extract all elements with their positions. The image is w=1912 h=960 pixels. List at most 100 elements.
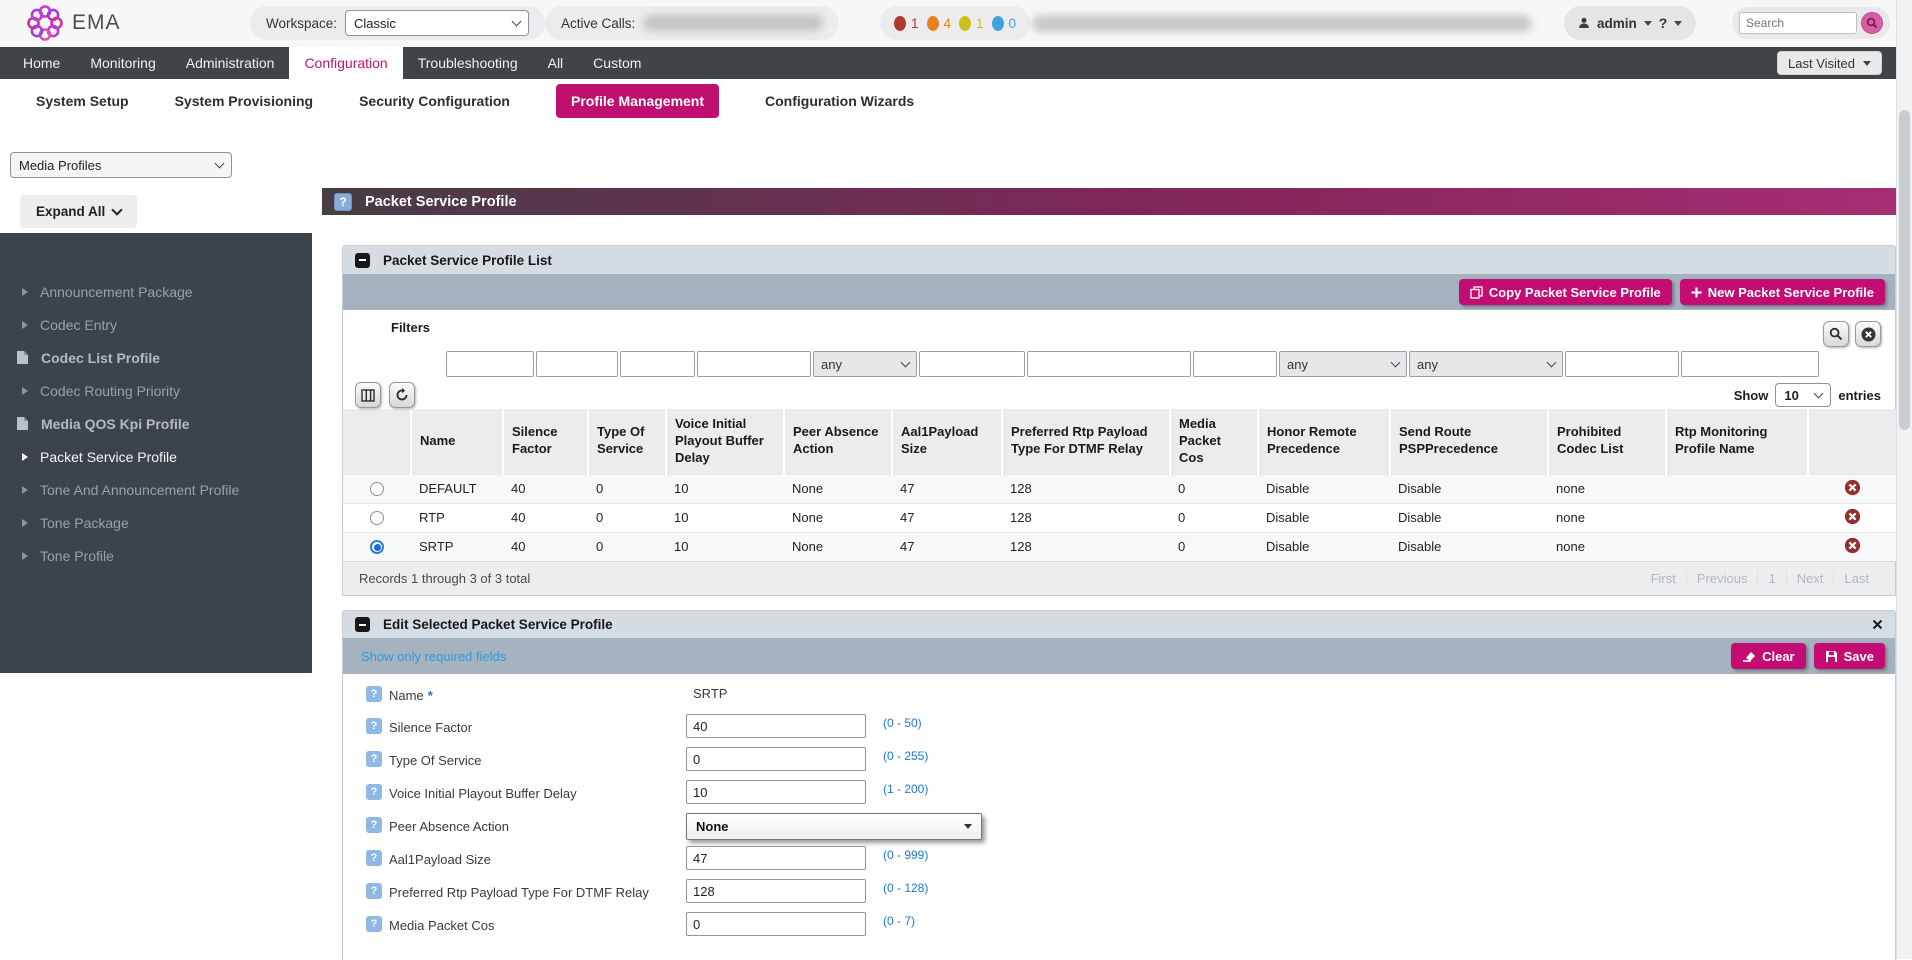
media-packet-cos-input[interactable] bbox=[686, 912, 866, 936]
nav-item-all[interactable]: All bbox=[533, 47, 579, 79]
peer-absence-action-dropdown[interactable]: None bbox=[686, 813, 982, 840]
pagination-last[interactable]: Last bbox=[1833, 571, 1879, 586]
delete-row-button[interactable] bbox=[1844, 508, 1861, 525]
pagination-next[interactable]: Next bbox=[1786, 571, 1834, 586]
save-button[interactable]: Save bbox=[1814, 643, 1885, 669]
subnav-item-system-provisioning[interactable]: System Provisioning bbox=[175, 93, 313, 109]
sidebar-item-codec-entry[interactable]: Codec Entry bbox=[0, 308, 312, 341]
column-header-name[interactable]: Name bbox=[411, 409, 503, 474]
pagination-previous[interactable]: Previous bbox=[1686, 571, 1758, 586]
subnav-item-system-setup[interactable]: System Setup bbox=[36, 93, 129, 109]
row-radio-0[interactable] bbox=[370, 482, 384, 496]
sidebar-item-codec-list-profile[interactable]: Codec List Profile bbox=[0, 341, 312, 374]
row-radio-1[interactable] bbox=[370, 511, 384, 525]
delete-row-button[interactable] bbox=[1844, 537, 1861, 554]
column-chooser-button[interactable] bbox=[355, 382, 381, 408]
search-button[interactable] bbox=[1861, 12, 1883, 34]
preferred-rtp-payload-type-input[interactable] bbox=[686, 879, 866, 903]
column-header-send-route-pspprecedence[interactable]: Send Route PSPPrecedence bbox=[1390, 409, 1548, 474]
filter-input-prohibited-codec-list[interactable] bbox=[1565, 351, 1679, 377]
filter-input-type-of-service[interactable] bbox=[620, 351, 695, 377]
column-header-media-packet-cos[interactable]: Media Packet Cos bbox=[1170, 409, 1258, 474]
voice-initial-playout-buffer-delay-input[interactable] bbox=[686, 780, 866, 804]
table-row-rtp[interactable]: RTP 40 0 10 None 47 128 0 Disable Disabl… bbox=[343, 503, 1897, 532]
nav-item-home[interactable]: Home bbox=[8, 47, 75, 79]
help-icon[interactable]: ? bbox=[366, 784, 382, 800]
workspace-select[interactable]: Classic bbox=[345, 10, 529, 36]
collapse-icon[interactable] bbox=[355, 253, 370, 268]
column-header-honor-remote-precedence[interactable]: Honor Remote Precedence bbox=[1258, 409, 1390, 474]
collapse-icon[interactable] bbox=[355, 617, 370, 632]
help-icon[interactable]: ? bbox=[366, 751, 382, 767]
filter-search-button[interactable] bbox=[1823, 321, 1849, 347]
filter-select-send-route-pspprecedence[interactable]: any bbox=[1409, 351, 1563, 377]
nav-item-administration[interactable]: Administration bbox=[171, 47, 290, 79]
subnav-item-configuration-wizards[interactable]: Configuration Wizards bbox=[765, 93, 914, 109]
nav-item-troubleshooting[interactable]: Troubleshooting bbox=[403, 47, 533, 79]
subnav-item-profile-management[interactable]: Profile Management bbox=[556, 84, 719, 118]
column-header-silence-factor[interactable]: Silence Factor bbox=[503, 409, 588, 474]
row-radio-2[interactable] bbox=[370, 540, 384, 554]
filter-input-silence-factor[interactable] bbox=[536, 351, 618, 377]
filter-input-voice-initial-playout-buffer-delay[interactable] bbox=[697, 351, 811, 377]
sidebar-item-packet-service-profile[interactable]: Packet Service Profile bbox=[0, 440, 312, 473]
subnav-item-security-configuration[interactable]: Security Configuration bbox=[359, 93, 510, 109]
aal1payload-size-input[interactable] bbox=[686, 846, 866, 870]
column-header-type-of-service[interactable]: Type Of Service bbox=[588, 409, 666, 474]
alarm-counter-info[interactable]: 0 bbox=[992, 16, 1017, 31]
copy-packet-service-profile-button[interactable]: Copy Packet Service Profile bbox=[1459, 279, 1672, 305]
sidebar-item-announcement-package[interactable]: Announcement Package bbox=[0, 275, 312, 308]
refresh-button[interactable] bbox=[389, 382, 415, 408]
alarm-counter-critical[interactable]: 1 bbox=[894, 16, 919, 31]
filter-input-media-packet-cos[interactable] bbox=[1193, 351, 1277, 377]
sidebar-item-tone-package[interactable]: Tone Package bbox=[0, 506, 312, 539]
column-header-voice-initial-playout-buffer-delay[interactable]: Voice Initial Playout Buffer Delay bbox=[666, 409, 784, 474]
column-header-peer-absence-action[interactable]: Peer Absence Action bbox=[784, 409, 892, 474]
filter-clear-button[interactable] bbox=[1855, 321, 1881, 347]
help-icon[interactable]: ? bbox=[366, 686, 382, 702]
alarm-counter-major[interactable]: 4 bbox=[927, 16, 952, 31]
nav-item-configuration[interactable]: Configuration bbox=[289, 47, 402, 79]
table-row-srtp[interactable]: SRTP 40 0 10 None 47 128 0 Disable Disab… bbox=[343, 532, 1897, 561]
search-input[interactable] bbox=[1739, 12, 1857, 34]
sidebar-item-media-qos-kpi-profile[interactable]: Media QOS Kpi Profile bbox=[0, 407, 312, 440]
category-select[interactable]: Media Profiles bbox=[10, 152, 232, 178]
alarm-counter-minor[interactable]: 1 bbox=[959, 16, 984, 31]
help-icon[interactable]: ? bbox=[366, 850, 382, 866]
alarm-counters[interactable]: 1 4 1 0 bbox=[880, 6, 1030, 40]
last-visited-button[interactable]: Last Visited bbox=[1777, 51, 1882, 75]
filter-select-peer-absence-action[interactable]: any bbox=[813, 351, 917, 377]
filter-input-rtp-monitoring-profile-name[interactable] bbox=[1681, 351, 1819, 377]
delete-row-button[interactable] bbox=[1844, 479, 1861, 496]
help-icon[interactable]: ? bbox=[366, 817, 382, 833]
filter-input-aal1payload-size[interactable] bbox=[919, 351, 1025, 377]
pagination-page-1[interactable]: 1 bbox=[1757, 571, 1785, 586]
help-menu[interactable]: ? bbox=[1659, 15, 1668, 31]
expand-all-button[interactable]: Expand All bbox=[20, 195, 137, 228]
vertical-scrollbar[interactable] bbox=[1896, 0, 1912, 959]
nav-item-monitoring[interactable]: Monitoring bbox=[75, 47, 170, 79]
sidebar-item-tone-and-announcement-profile[interactable]: Tone And Announcement Profile bbox=[0, 473, 312, 506]
column-header-rtp-monitoring-profile-name[interactable]: Rtp Monitoring Profile Name bbox=[1666, 409, 1808, 474]
filter-input-preferred-rtp-payload-type[interactable] bbox=[1027, 351, 1191, 377]
sidebar-item-codec-routing-priority[interactable]: Codec Routing Priority bbox=[0, 374, 312, 407]
sidebar-item-tone-profile[interactable]: Tone Profile bbox=[0, 539, 312, 572]
show-required-fields-link[interactable]: Show only required fields bbox=[361, 649, 506, 664]
new-packet-service-profile-button[interactable]: New Packet Service Profile bbox=[1680, 279, 1885, 305]
column-header-aal1payload-size[interactable]: Aal1Payload Size bbox=[892, 409, 1002, 474]
clear-button[interactable]: Clear bbox=[1731, 643, 1806, 669]
help-icon[interactable]: ? bbox=[334, 193, 352, 211]
column-header-prohibited-codec-list[interactable]: Prohibited Codec List bbox=[1548, 409, 1666, 474]
column-header-preferred-rtp-payload-type[interactable]: Preferred Rtp Payload Type For DTMF Rela… bbox=[1002, 409, 1170, 474]
nav-item-custom[interactable]: Custom bbox=[578, 47, 656, 79]
user-menu[interactable]: admin ? bbox=[1564, 6, 1696, 40]
close-button[interactable] bbox=[1872, 619, 1883, 630]
filter-select-honor-remote-precedence[interactable]: any bbox=[1279, 351, 1407, 377]
scrollbar-thumb[interactable] bbox=[1899, 110, 1910, 430]
filter-input-name[interactable] bbox=[446, 351, 534, 377]
help-icon[interactable]: ? bbox=[366, 718, 382, 734]
help-icon[interactable]: ? bbox=[366, 916, 382, 932]
type-of-service-input[interactable] bbox=[686, 747, 866, 771]
help-icon[interactable]: ? bbox=[366, 883, 382, 899]
page-size-select[interactable]: 10 bbox=[1775, 383, 1831, 407]
